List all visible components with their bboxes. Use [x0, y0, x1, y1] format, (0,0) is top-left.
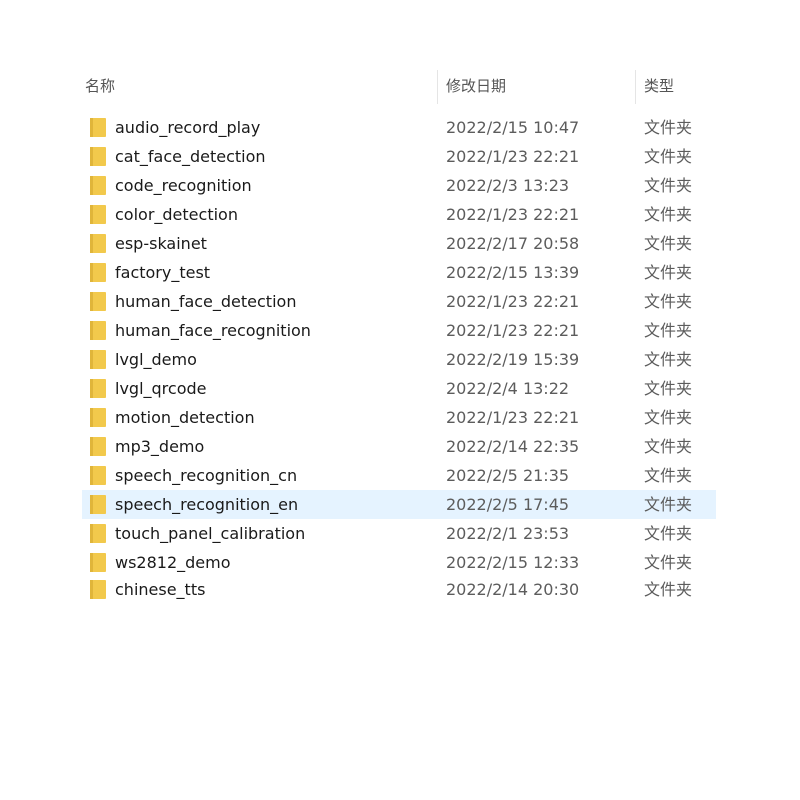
- file-name: motion_detection: [115, 408, 255, 427]
- folder-icon: [89, 579, 107, 600]
- file-row[interactable]: mp3_demo 2022/2/14 22:35 文件夹: [82, 432, 716, 461]
- file-name: cat_face_detection: [115, 147, 266, 166]
- folder-icon: [89, 552, 107, 573]
- column-header-bar: 名称 修改日期 类型: [0, 70, 800, 104]
- file-row[interactable]: color_detection 2022/1/23 22:21 文件夹: [82, 200, 716, 229]
- file-row[interactable]: speech_recognition_cn 2022/2/5 21:35 文件夹: [82, 461, 716, 490]
- file-row[interactable]: audio_record_play 2022/2/15 10:47 文件夹: [82, 113, 716, 142]
- folder-icon: [89, 204, 107, 225]
- file-row[interactable]: chinese_tts 2022/2/14 20:30 文件夹: [82, 575, 716, 604]
- file-name: color_detection: [115, 205, 238, 224]
- folder-icon: [89, 262, 107, 283]
- file-modified-date: 2022/2/1 23:53: [446, 524, 570, 543]
- file-name: code_recognition: [115, 176, 252, 195]
- folder-icon: [89, 175, 107, 196]
- file-name: mp3_demo: [115, 437, 205, 456]
- file-name: human_face_recognition: [115, 321, 311, 340]
- file-name: ws2812_demo: [115, 553, 231, 572]
- file-name: speech_recognition_en: [115, 495, 299, 514]
- file-modified-date: 2022/2/19 15:39: [446, 350, 580, 369]
- file-row[interactable]: motion_detection 2022/1/23 22:21 文件夹: [82, 403, 716, 432]
- file-modified-date: 2022/2/15 12:33: [446, 553, 580, 572]
- file-row[interactable]: cat_face_detection 2022/1/23 22:21 文件夹: [82, 142, 716, 171]
- file-modified-date: 2022/2/14 22:35: [446, 437, 580, 456]
- file-name: lvgl_demo: [115, 350, 197, 369]
- file-modified-date: 2022/2/5 17:45: [446, 495, 570, 514]
- file-type: 文件夹: [644, 437, 693, 456]
- file-name: esp-skainet: [115, 234, 207, 253]
- file-row[interactable]: lvgl_demo 2022/2/19 15:39 文件夹: [82, 345, 716, 374]
- file-name: audio_record_play: [115, 118, 261, 137]
- file-modified-date: 2022/1/23 22:21: [446, 292, 580, 311]
- file-row[interactable]: human_face_detection 2022/1/23 22:21 文件夹: [82, 287, 716, 316]
- file-modified-date: 2022/2/3 13:23: [446, 176, 570, 195]
- file-type: 文件夹: [644, 147, 693, 166]
- file-modified-date: 2022/2/4 13:22: [446, 379, 570, 398]
- file-row[interactable]: speech_recognition_en 2022/2/5 17:45 文件夹: [82, 490, 716, 519]
- column-divider[interactable]: [437, 70, 438, 104]
- file-type: 文件夹: [644, 321, 693, 340]
- file-row[interactable]: ws2812_demo 2022/2/15 12:33 文件夹: [82, 548, 716, 577]
- file-type: 文件夹: [644, 205, 693, 224]
- file-name: factory_test: [115, 263, 211, 282]
- folder-icon: [89, 465, 107, 486]
- file-name: human_face_detection: [115, 292, 297, 311]
- file-row[interactable]: human_face_recognition 2022/1/23 22:21 文件夹: [82, 316, 716, 345]
- file-row[interactable]: esp-skainet 2022/2/17 20:58 文件夹: [82, 229, 716, 258]
- folder-icon: [89, 117, 107, 138]
- file-type: 文件夹: [644, 580, 693, 599]
- folder-icon: [89, 378, 107, 399]
- file-modified-date: 2022/1/23 22:21: [446, 321, 580, 340]
- file-modified-date: 2022/2/14 20:30: [446, 580, 580, 599]
- column-divider[interactable]: [635, 70, 636, 104]
- file-row[interactable]: factory_test 2022/2/15 13:39 文件夹: [82, 258, 716, 287]
- folder-icon: [89, 291, 107, 312]
- file-row[interactable]: code_recognition 2022/2/3 13:23 文件夹: [82, 171, 716, 200]
- file-row[interactable]: touch_panel_calibration 2022/2/1 23:53 文件夹: [82, 519, 716, 548]
- file-type: 文件夹: [644, 466, 693, 485]
- file-modified-date: 2022/1/23 22:21: [446, 147, 580, 166]
- file-type: 文件夹: [644, 263, 693, 282]
- file-modified-date: 2022/2/17 20:58: [446, 234, 580, 253]
- file-type: 文件夹: [644, 553, 693, 572]
- file-type: 文件夹: [644, 495, 693, 514]
- file-type: 文件夹: [644, 408, 693, 427]
- file-type: 文件夹: [644, 234, 693, 253]
- file-name: lvgl_qrcode: [115, 379, 207, 398]
- file-row[interactable]: lvgl_qrcode 2022/2/4 13:22 文件夹: [82, 374, 716, 403]
- folder-icon: [89, 349, 107, 370]
- file-list-view: 名称 修改日期 类型 audio_record_play 2022/2/15 10…: [0, 0, 800, 800]
- column-header-type[interactable]: 类型: [644, 74, 674, 98]
- file-modified-date: 2022/1/23 22:21: [446, 205, 580, 224]
- column-header-name[interactable]: 名称: [85, 74, 115, 98]
- file-type: 文件夹: [644, 118, 693, 137]
- file-modified-date: 2022/2/15 13:39: [446, 263, 580, 282]
- column-header-modified[interactable]: 修改日期: [446, 74, 506, 98]
- file-type: 文件夹: [644, 292, 693, 311]
- folder-icon: [89, 436, 107, 457]
- file-type: 文件夹: [644, 350, 693, 369]
- file-name: touch_panel_calibration: [115, 524, 306, 543]
- file-name: chinese_tts: [115, 580, 206, 599]
- folder-icon: [89, 494, 107, 515]
- folder-icon: [89, 523, 107, 544]
- folder-icon: [89, 146, 107, 167]
- file-modified-date: 2022/2/15 10:47: [446, 118, 580, 137]
- file-name: speech_recognition_cn: [115, 466, 298, 485]
- file-type: 文件夹: [644, 379, 693, 398]
- folder-icon: [89, 407, 107, 428]
- folder-icon: [89, 320, 107, 341]
- file-type: 文件夹: [644, 176, 693, 195]
- file-type: 文件夹: [644, 524, 693, 543]
- file-modified-date: 2022/1/23 22:21: [446, 408, 580, 427]
- file-modified-date: 2022/2/5 21:35: [446, 466, 570, 485]
- folder-icon: [89, 233, 107, 254]
